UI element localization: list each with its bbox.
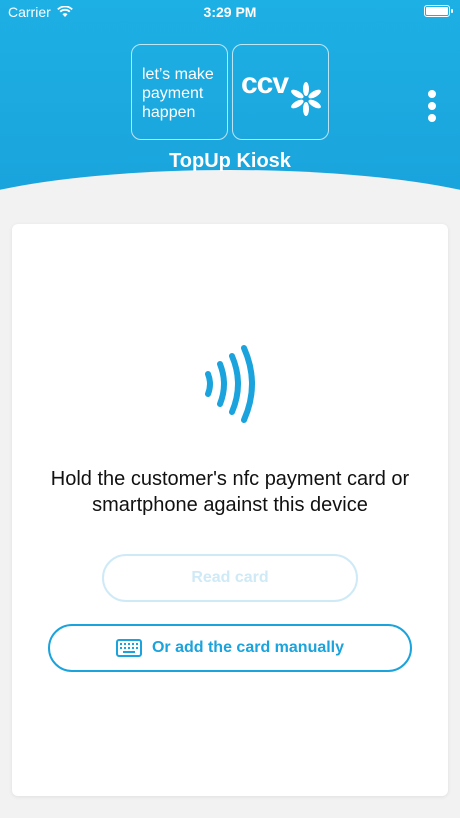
slogan-line-2: payment [142,85,204,102]
ccv-brand: ccv [241,67,289,100]
battery-icon [424,5,453,17]
slogan-line-1: let’s make [142,66,214,83]
read-card-button[interactable]: Read card [102,554,358,602]
status-time: 3:29 PM [203,4,257,20]
nfc-instruction: Hold the customer's nfc payment card or … [50,468,410,516]
ccv-logo: ccv [232,44,329,140]
page-title: TopUp Kiosk [169,150,291,172]
add-card-manually-button[interactable]: Or add the card manually [48,624,412,672]
status-bar: Carrier 3:29 PM [0,0,460,24]
header-curve [0,170,460,200]
add-card-manually-label: Or add the card manually [151,639,345,656]
slogan-logo: let’s make payment happen [131,44,228,140]
nfc-card-panel: Hold the customer's nfc payment card or … [12,224,448,796]
keyboard-icon [115,639,142,657]
slogan-line-3: happen [142,104,196,121]
more-menu-icon[interactable] [425,90,439,124]
read-card-label: Read card [191,569,269,586]
flower-icon [291,82,321,116]
app-header: Carrier 3:29 PM let’s make payment happe… [0,0,460,200]
nfc-icon [205,345,255,423]
